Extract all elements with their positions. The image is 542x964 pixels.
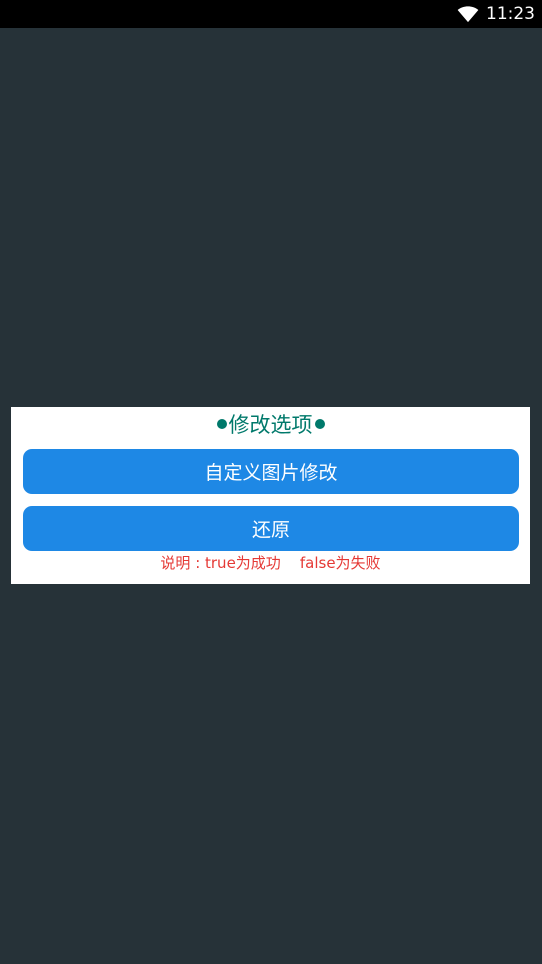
wifi-icon <box>457 6 479 23</box>
clock: 11:23 <box>486 4 535 24</box>
bullet-dot-icon <box>314 419 325 429</box>
dialog-title: 修改选项 <box>11 407 530 441</box>
custom-image-modify-button[interactable]: 自定义图片修改 <box>23 449 519 494</box>
bullet-dot-icon <box>216 419 227 429</box>
modify-options-dialog: 修改选项 自定义图片修改 还原 说明 : true为成功 false为失败 <box>11 407 530 584</box>
status-icons: 11:23 <box>457 0 535 28</box>
result-legend-note: 说明 : true为成功 false为失败 <box>160 554 381 572</box>
status-bar: 11:23 <box>0 0 542 28</box>
dialog-title-text: 修改选项 <box>228 413 313 437</box>
restore-button[interactable]: 还原 <box>23 506 519 551</box>
